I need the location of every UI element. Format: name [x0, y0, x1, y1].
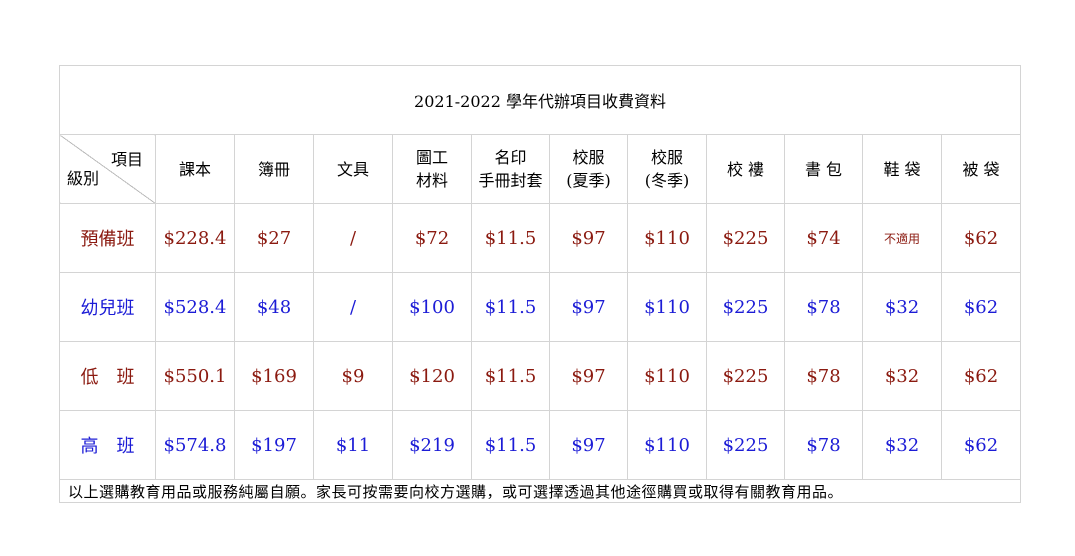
fee-cell: $225 [706, 410, 785, 480]
fee-cell: $32 [862, 341, 942, 411]
fee-cell: / [313, 203, 393, 273]
column-header-label: 材料 [415, 171, 448, 190]
fee-cell: $62 [941, 410, 1021, 480]
table-row: 高 班 $574.8 $197 $11 $219 $11.5 $97 $110 $225 $78 $… [59, 410, 1021, 480]
fee-cell: $110 [627, 203, 707, 273]
column-header: 校 褸 [706, 134, 785, 204]
fee-cell: $9 [313, 341, 393, 411]
fee-cell: $97 [549, 203, 628, 273]
fee-cell: $574.8 [155, 410, 235, 480]
fee-cell: $197 [234, 410, 314, 480]
fee-cell: $78 [784, 272, 863, 342]
table-row: 幼兒班 $528.4 $48/$100 $11.5 $97 $110 $225 $78 $32 $… [59, 272, 1021, 342]
column-header-label: 名印 [494, 148, 527, 167]
fee-cell: $228.4 [155, 203, 235, 273]
fee-cell: $62 [941, 272, 1021, 342]
fee-cell: $48 [234, 272, 314, 342]
table-row: 低 班 $550.1 $169 $9 $120 $11.5 $97 $110 $225 $78 $3… [59, 341, 1021, 411]
corner-grade-label: 級別 [67, 169, 100, 188]
fee-cell: $225 [706, 341, 785, 411]
fee-cell: $78 [784, 341, 863, 411]
column-header-label: 書 包 [804, 159, 843, 179]
fee-cell: $11.5 [471, 341, 550, 411]
fee-cell: $78 [784, 410, 863, 480]
fee-cell: $219 [392, 410, 472, 480]
column-header-label: (夏季) [566, 171, 611, 190]
fee-cell: $97 [549, 272, 628, 342]
table-row: 預備班 $228.4 $27/$72 $11.5 $97 $110 $225 $74 不適用 $6… [59, 203, 1021, 273]
fee-cell: $110 [627, 272, 707, 342]
column-header-label: 校服 [572, 148, 605, 167]
fee-cell: $74 [784, 203, 863, 273]
fee-cell: $72 [392, 203, 472, 273]
header-row: 項目 級別 課本 簿冊 文具 圖工 材料 名印 手冊封套 校服 (夏季) 校服 (冬季) 校 褸書 包… [59, 134, 1021, 204]
fee-cell: $97 [549, 341, 628, 411]
column-header-label: 手冊封套 [478, 171, 543, 190]
fee-cell: $169 [234, 341, 314, 411]
column-header: 簿冊 [234, 134, 314, 204]
column-header-label: 文具 [336, 159, 369, 179]
grade-label: 低 班 [59, 341, 156, 411]
fee-cell: $110 [627, 410, 707, 480]
fee-cell: $528.4 [155, 272, 235, 342]
corner-header-cell: 項目 級別 [59, 134, 156, 204]
column-header-label: 簿冊 [257, 159, 290, 179]
fee-cell: $11 [313, 410, 393, 480]
column-header: 校服 (夏季) [549, 134, 628, 204]
fee-cell: $62 [941, 341, 1021, 411]
fee-cell: $32 [862, 410, 942, 480]
fee-cell: $550.1 [155, 341, 235, 411]
column-header-label: (冬季) [644, 171, 690, 190]
grade-label: 幼兒班 [59, 272, 156, 342]
fee-cell: 不適用 [862, 203, 942, 273]
fee-cell: $27 [234, 203, 314, 273]
grade-label: 高 班 [59, 410, 156, 480]
fee-cell: / [313, 272, 393, 342]
column-header: 被 袋 [941, 134, 1021, 204]
fee-cell: $97 [549, 410, 628, 480]
column-header-label: 課本 [178, 159, 211, 179]
column-header: 文具 [313, 134, 393, 204]
fee-table: 2021-2022 學年代辦項目收費資料 項目 級別 課本 簿冊 文具 圖工 材料 名印手… [59, 65, 1021, 503]
fee-cell: $100 [392, 272, 472, 342]
column-header-label: 鞋 袋 [883, 159, 921, 179]
column-header: 課本 [155, 134, 235, 204]
column-header: 圖工 材料 [392, 134, 472, 204]
fee-cell: $62 [941, 203, 1021, 273]
column-header: 鞋 袋 [862, 134, 942, 204]
column-header: 校服 (冬季) [627, 134, 707, 204]
disclaimer-note: 以上選購教育用品或服務純屬自願。家長可按需要向校方選購，或可選擇透過其他途徑購買… [59, 479, 1021, 503]
fee-cell: $110 [627, 341, 707, 411]
fee-cell: $225 [706, 203, 785, 273]
fee-cell: $120 [392, 341, 472, 411]
table-title: 2021-2022 學年代辦項目收費資料 [59, 65, 1021, 135]
column-header: 名印 手冊封套 [471, 134, 550, 204]
fee-cell: $225 [706, 272, 785, 342]
grade-label: 預備班 [59, 203, 156, 273]
column-header-label: 被 袋 [962, 159, 1000, 179]
column-header-label: 圖工 [415, 148, 448, 167]
corner-item-label: 項目 [110, 150, 143, 169]
column-header-label: 校 褸 [726, 159, 765, 179]
column-header: 書 包 [784, 134, 863, 204]
fee-cell: $32 [862, 272, 942, 342]
fee-cell: $11.5 [471, 272, 550, 342]
column-header-label: 校服 [650, 148, 683, 167]
fee-cell: $11.5 [471, 203, 550, 273]
fee-cell: $11.5 [471, 410, 550, 480]
